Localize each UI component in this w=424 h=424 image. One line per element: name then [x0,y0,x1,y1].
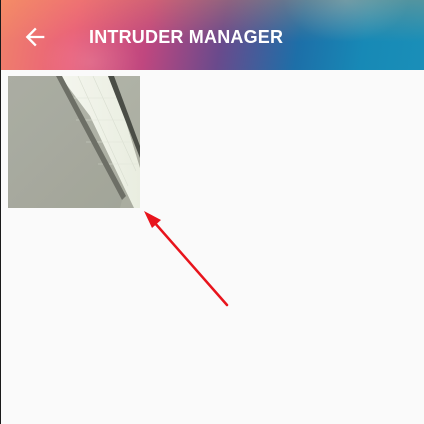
intruder-photo-thumbnail[interactable] [8,76,140,208]
back-button[interactable] [15,17,55,57]
page-title: INTRUDER MANAGER [89,27,284,47]
intruder-manager-screen: INTRUDER MANAGER [0,0,424,424]
arrow-back-icon [25,27,45,47]
intruder-photo [8,76,140,208]
app-toolbar: INTRUDER MANAGER [1,0,424,70]
